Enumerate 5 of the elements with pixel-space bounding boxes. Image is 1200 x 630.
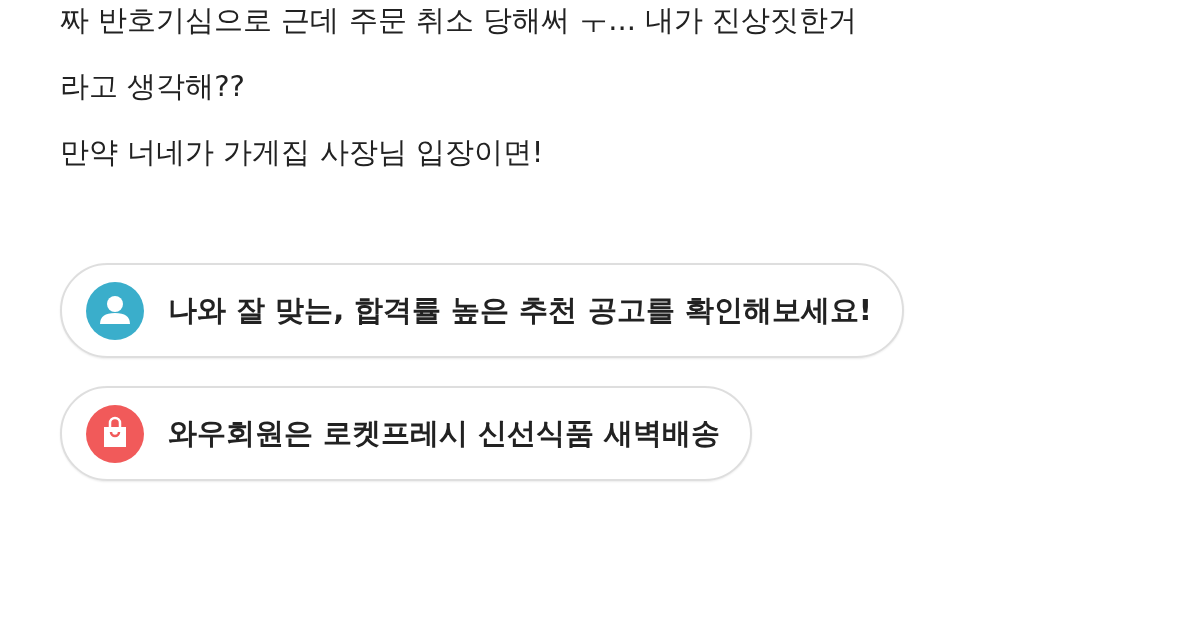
promo-banner[interactable]: 와우회원은 로켓프레시 신선식품 새벽배송 (60, 386, 753, 481)
post-text-line: 짜 반호기심으로 근데 주문 취소 당해써 ㅜ... 내가 진상짓한거 (60, 2, 859, 39)
post-text-line: 만약 너네가 가게집 사장님 입장이면! (60, 134, 545, 171)
post-text-line: 라고 생각해?? (60, 68, 246, 105)
promo-banner[interactable]: 나와 잘 맞는, 합격률 높은 추천 공고를 확인해보세요! (60, 263, 904, 358)
